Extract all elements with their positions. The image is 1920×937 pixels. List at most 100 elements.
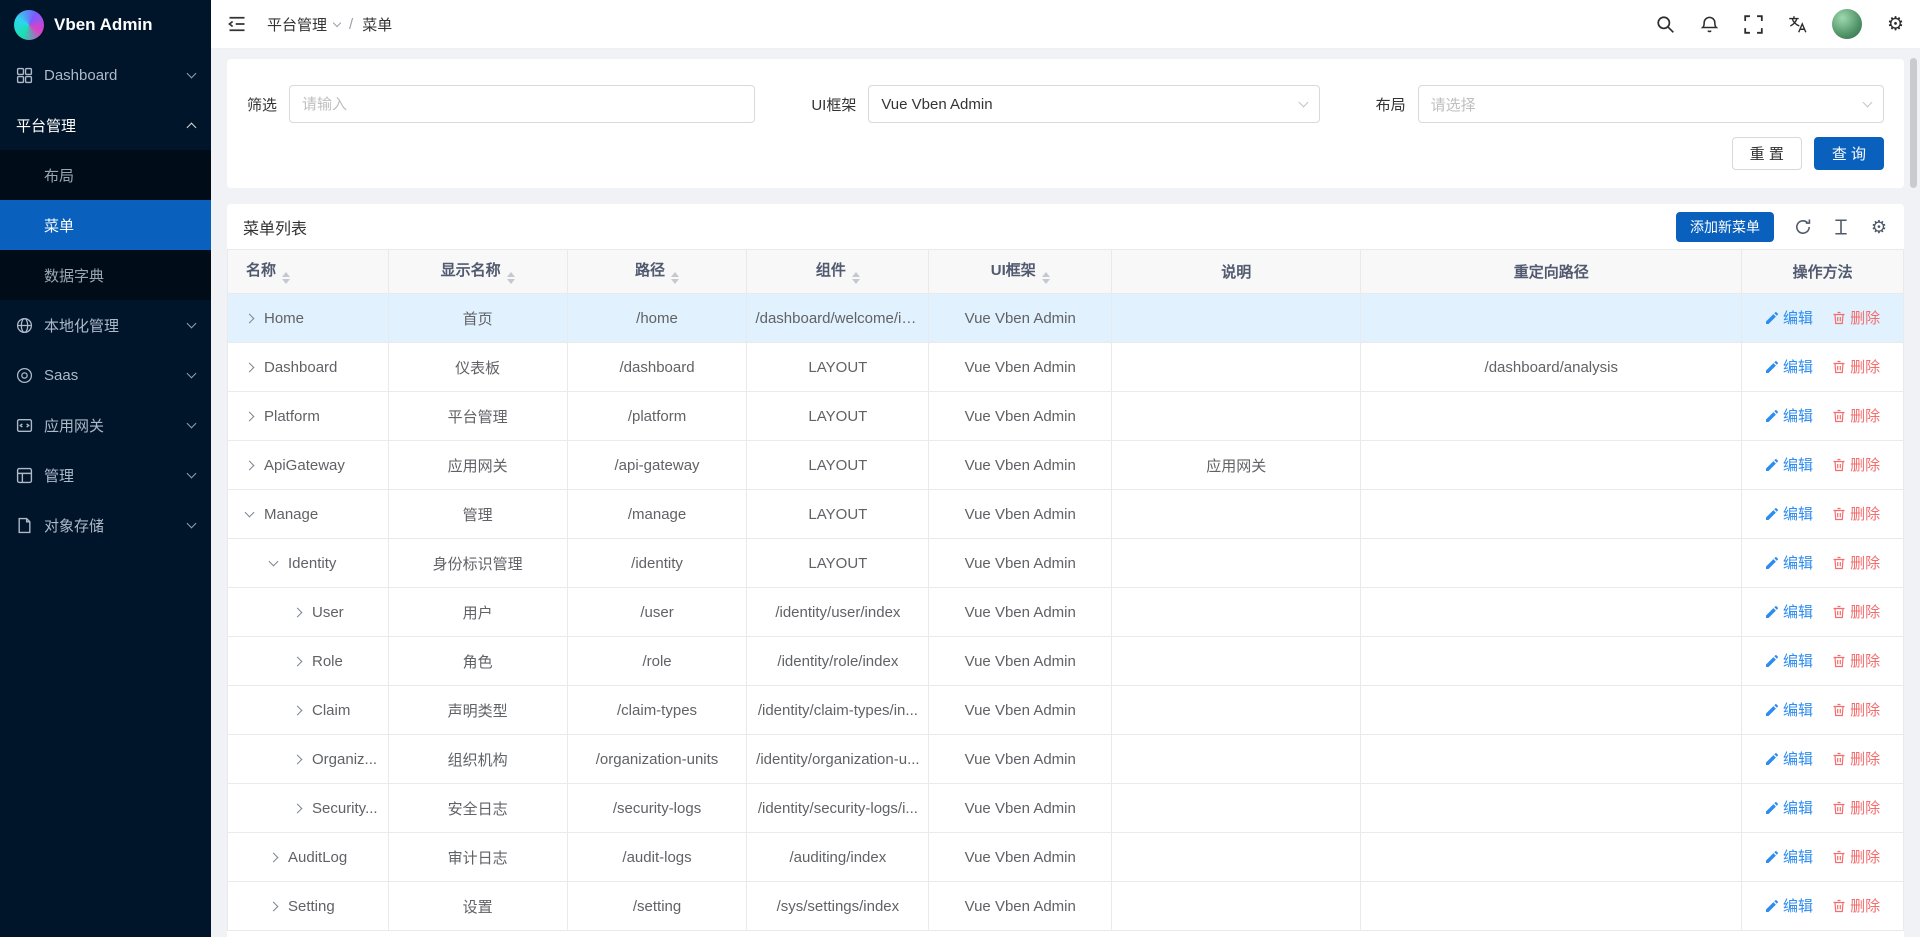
layout-select[interactable]: 请选择: [1418, 85, 1884, 123]
keyword-input[interactable]: [302, 96, 742, 113]
expand-icon[interactable]: [293, 754, 303, 764]
sidebar-item-platform[interactable]: 平台管理: [0, 100, 211, 150]
column-settings-icon[interactable]: ⚙: [1870, 218, 1888, 236]
table-row[interactable]: Organiz... 组织机构 /organization-units /ide…: [228, 735, 1904, 784]
table-row[interactable]: Security... 安全日志 /security-logs /identit…: [228, 784, 1904, 833]
query-button[interactable]: 查 询: [1814, 137, 1884, 170]
expand-icon[interactable]: [245, 507, 255, 517]
sort-icons[interactable]: [282, 272, 290, 285]
delete-button[interactable]: 删除: [1832, 650, 1880, 671]
table-row[interactable]: Home 首页 /home /dashboard/welcome/in... V…: [228, 294, 1904, 343]
sort-desc-icon[interactable]: [1042, 279, 1050, 284]
column-header[interactable]: 操作方法: [1742, 250, 1904, 294]
sort-icons[interactable]: [1042, 272, 1050, 285]
edit-button[interactable]: 编辑: [1765, 846, 1813, 867]
sort-asc-icon[interactable]: [852, 272, 860, 277]
edit-button[interactable]: 编辑: [1765, 748, 1813, 769]
delete-button[interactable]: 删除: [1832, 454, 1880, 475]
sort-desc-icon[interactable]: [852, 279, 860, 284]
fullscreen-icon[interactable]: [1744, 15, 1763, 34]
expand-icon[interactable]: [293, 803, 303, 813]
sidebar-item-layout[interactable]: 布局: [0, 150, 211, 200]
column-header[interactable]: 路径: [567, 250, 747, 294]
table-row[interactable]: AuditLog 审计日志 /audit-logs /auditing/inde…: [228, 833, 1904, 882]
sidebar-item-dashboard[interactable]: Dashboard: [0, 50, 211, 100]
sidebar-item-menu[interactable]: 菜单: [0, 200, 211, 250]
column-header[interactable]: 重定向路径: [1361, 250, 1742, 294]
delete-button[interactable]: 删除: [1832, 601, 1880, 622]
scrollbar-thumb[interactable]: [1910, 58, 1917, 188]
expand-icon[interactable]: [293, 656, 303, 666]
logo[interactable]: Vben Admin: [0, 0, 211, 50]
table-row[interactable]: Manage 管理 /manage LAYOUT Vue Vben Admin: [228, 490, 1904, 539]
expand-icon[interactable]: [269, 852, 279, 862]
delete-button[interactable]: 删除: [1832, 797, 1880, 818]
edit-button[interactable]: 编辑: [1765, 797, 1813, 818]
column-header[interactable]: 组件: [747, 250, 929, 294]
table-row[interactable]: Dashboard 仪表板 /dashboard LAYOUT Vue Vben…: [228, 343, 1904, 392]
sidebar-item-gateway[interactable]: 应用网关: [0, 400, 211, 450]
expand-icon[interactable]: [269, 901, 279, 911]
delete-button[interactable]: 删除: [1832, 307, 1880, 328]
expand-icon[interactable]: [245, 411, 255, 421]
sort-asc-icon[interactable]: [1042, 272, 1050, 277]
edit-button[interactable]: 编辑: [1765, 650, 1813, 671]
table-row[interactable]: Role 角色 /role /identity/role/index Vue V…: [228, 637, 1904, 686]
edit-button[interactable]: 编辑: [1765, 356, 1813, 377]
expand-icon[interactable]: [245, 313, 255, 323]
delete-button[interactable]: 删除: [1832, 503, 1880, 524]
sort-icons[interactable]: [507, 272, 515, 285]
delete-button[interactable]: 删除: [1832, 699, 1880, 720]
reset-button[interactable]: 重 置: [1732, 137, 1802, 170]
add-menu-button[interactable]: 添加新菜单: [1676, 212, 1774, 242]
sort-icons[interactable]: [852, 272, 860, 285]
sidebar-item-data-dictionary[interactable]: 数据字典: [0, 250, 211, 300]
table-row[interactable]: Claim 声明类型 /claim-types /identity/claim-…: [228, 686, 1904, 735]
column-header[interactable]: UI框架: [929, 250, 1112, 294]
translate-icon[interactable]: [1788, 15, 1807, 34]
table-row[interactable]: Platform 平台管理 /platform LAYOUT Vue Vben …: [228, 392, 1904, 441]
settings-gear-icon[interactable]: ⚙: [1887, 15, 1904, 34]
delete-button[interactable]: 删除: [1832, 846, 1880, 867]
edit-button[interactable]: 编辑: [1765, 503, 1813, 524]
sidebar-item-object-storage[interactable]: 对象存储: [0, 500, 211, 550]
notification-bell-icon[interactable]: [1700, 15, 1719, 34]
column-header[interactable]: 显示名称: [388, 250, 567, 294]
expand-icon[interactable]: [293, 705, 303, 715]
table-row[interactable]: ApiGateway 应用网关 /api-gateway LAYOUT Vue …: [228, 441, 1904, 490]
delete-button[interactable]: 删除: [1832, 405, 1880, 426]
expand-icon[interactable]: [293, 607, 303, 617]
column-header[interactable]: 说明: [1112, 250, 1361, 294]
sidebar-item-saas[interactable]: Saas: [0, 350, 211, 400]
sort-desc-icon[interactable]: [282, 279, 290, 284]
sort-icons[interactable]: [671, 272, 679, 285]
breadcrumb-section[interactable]: 平台管理: [267, 14, 340, 35]
framework-select[interactable]: Vue Vben Admin: [868, 85, 1319, 123]
edit-button[interactable]: 编辑: [1765, 552, 1813, 573]
refresh-icon[interactable]: [1794, 218, 1812, 236]
sort-desc-icon[interactable]: [671, 279, 679, 284]
table-row[interactable]: Setting 设置 /setting /sys/settings/index …: [228, 882, 1904, 931]
sort-asc-icon[interactable]: [671, 272, 679, 277]
edit-button[interactable]: 编辑: [1765, 601, 1813, 622]
delete-button[interactable]: 删除: [1832, 552, 1880, 573]
expand-icon[interactable]: [269, 556, 279, 566]
delete-button[interactable]: 删除: [1832, 895, 1880, 916]
edit-button[interactable]: 编辑: [1765, 405, 1813, 426]
edit-button[interactable]: 编辑: [1765, 454, 1813, 475]
row-height-icon[interactable]: [1832, 218, 1850, 236]
delete-button[interactable]: 删除: [1832, 748, 1880, 769]
sidebar-item-localization[interactable]: 本地化管理: [0, 300, 211, 350]
sort-desc-icon[interactable]: [507, 279, 515, 284]
sort-asc-icon[interactable]: [282, 272, 290, 277]
sidebar-item-manage[interactable]: 管理: [0, 450, 211, 500]
table-row[interactable]: Identity 身份标识管理 /identity LAYOUT Vue Vbe…: [228, 539, 1904, 588]
edit-button[interactable]: 编辑: [1765, 895, 1813, 916]
expand-icon[interactable]: [245, 460, 255, 470]
edit-button[interactable]: 编辑: [1765, 307, 1813, 328]
menu-fold-icon[interactable]: [227, 14, 247, 34]
sort-asc-icon[interactable]: [507, 272, 515, 277]
expand-icon[interactable]: [245, 362, 255, 372]
delete-button[interactable]: 删除: [1832, 356, 1880, 377]
column-header[interactable]: 名称: [228, 250, 389, 294]
